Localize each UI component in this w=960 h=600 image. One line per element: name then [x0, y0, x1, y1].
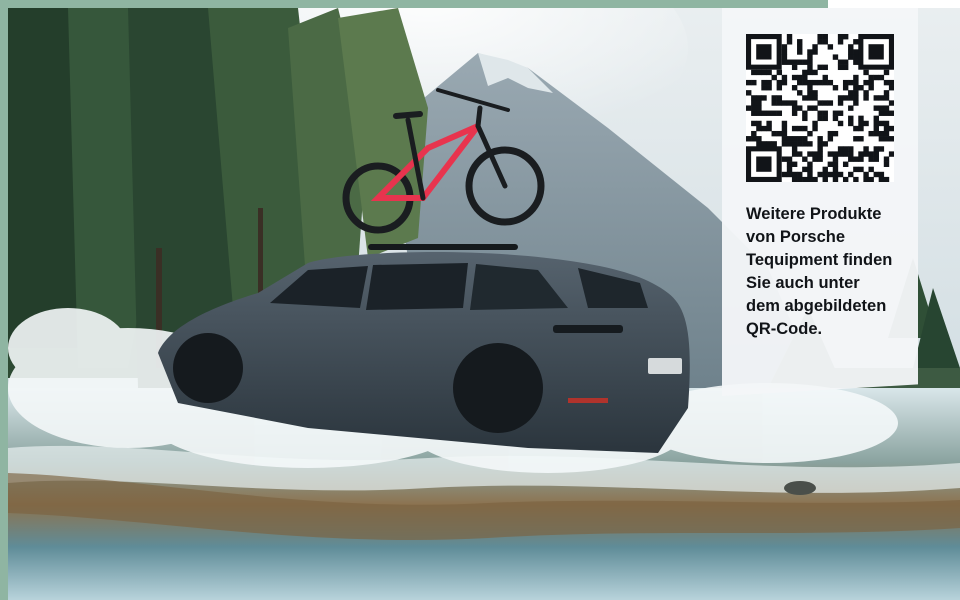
rock — [784, 481, 816, 495]
info-text-line: von Porsche — [746, 228, 846, 246]
info-text-line: Tequipment finden — [746, 251, 893, 269]
frame-accent-top — [0, 0, 828, 8]
info-text-line: dem abgebildeten — [746, 297, 887, 315]
info-text-line: QR-Code. — [746, 320, 823, 338]
info-text-line: Weitere Produkte — [746, 205, 882, 223]
qr-code-icon[interactable] — [746, 34, 894, 182]
frame-accent-left — [0, 0, 8, 600]
info-text: Weitere Produkte von Porsche Tequipment … — [746, 203, 916, 341]
info-text-line: Sie auch unter — [746, 274, 860, 292]
info-panel: Weitere Produkte von Porsche Tequipment … — [722, 8, 918, 396]
